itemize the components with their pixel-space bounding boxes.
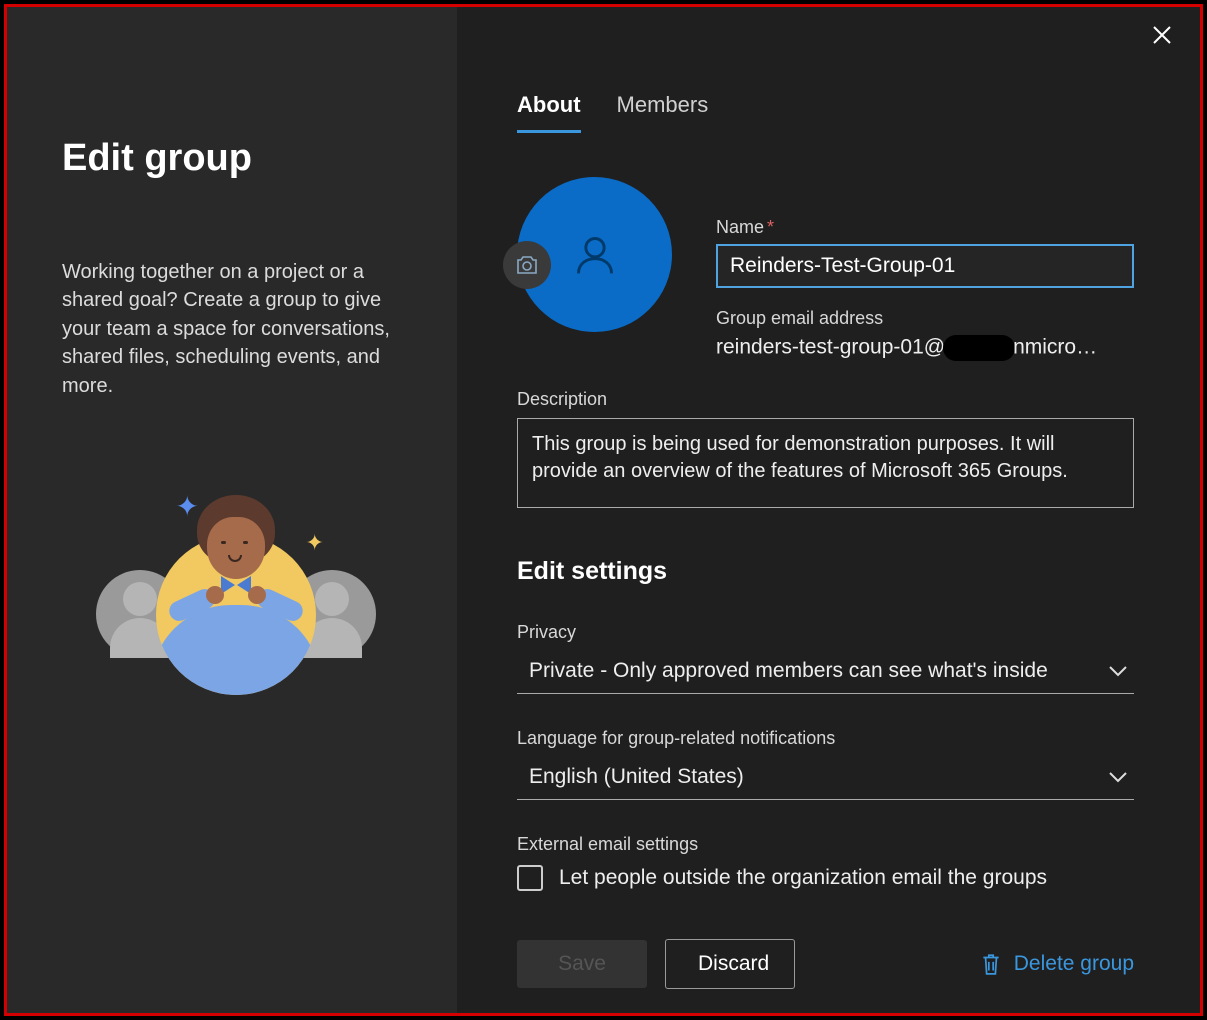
delete-group-link[interactable]: Delete group [980, 952, 1134, 976]
tab-about[interactable]: About [517, 92, 581, 133]
email-label: Group email address [716, 308, 1134, 329]
footer-bar: Save Discard Delete group [457, 919, 1200, 1013]
chevron-down-icon [1108, 664, 1128, 678]
page-title: Edit group [62, 137, 409, 180]
tab-bar: About Members [517, 92, 1134, 133]
email-value: reinders-test-group-01@nmicro… [716, 335, 1134, 361]
group-illustration: ✦ ✦ ✦ [96, 480, 376, 700]
redacted-segment [943, 335, 1015, 361]
external-email-label: External email settings [517, 834, 1134, 855]
language-value: English (United States) [529, 765, 744, 789]
settings-heading: Edit settings [517, 557, 1134, 586]
camera-icon [515, 254, 539, 276]
privacy-label: Privacy [517, 622, 1134, 643]
group-avatar [517, 177, 672, 332]
language-select[interactable]: English (United States) [517, 757, 1134, 800]
trash-icon [980, 952, 1002, 976]
save-button[interactable]: Save [517, 940, 647, 988]
name-label: Name* [716, 217, 1134, 238]
close-icon[interactable] [1152, 25, 1172, 45]
sidebar-panel: Edit group Working together on a project… [7, 7, 457, 1013]
external-email-checkbox-label: Let people outside the organization emai… [559, 866, 1047, 890]
name-input[interactable] [716, 244, 1134, 288]
person-icon [573, 233, 617, 277]
external-email-checkbox[interactable] [517, 865, 543, 891]
language-label: Language for group-related notifications [517, 728, 1134, 749]
privacy-value: Private - Only approved members can see … [529, 659, 1048, 683]
tab-members[interactable]: Members [617, 92, 709, 133]
chevron-down-icon [1108, 770, 1128, 784]
discard-button[interactable]: Discard [665, 939, 795, 989]
delete-group-label: Delete group [1014, 952, 1134, 976]
change-photo-button[interactable] [503, 241, 551, 289]
description-input[interactable] [517, 418, 1134, 508]
page-description: Working together on a project or a share… [62, 258, 409, 400]
privacy-select[interactable]: Private - Only approved members can see … [517, 651, 1134, 694]
scroll-area[interactable]: About Members Name* Group email add [457, 7, 1200, 919]
main-panel: About Members Name* Group email add [457, 7, 1200, 1013]
description-label: Description [517, 389, 1134, 410]
